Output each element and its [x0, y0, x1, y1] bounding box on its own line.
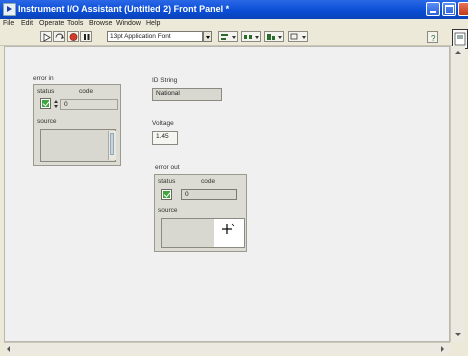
menu-window[interactable]: Window	[116, 20, 141, 27]
minimize-button[interactable]	[426, 2, 440, 16]
reorder-icon[interactable]	[288, 31, 308, 42]
scroll-up-icon[interactable]	[453, 48, 463, 58]
error-in-status-label: status	[37, 88, 55, 95]
error-out-label: error out	[155, 164, 180, 171]
menu-help[interactable]: Help	[146, 20, 160, 27]
error-in-code-increment-icon[interactable]	[54, 99, 59, 109]
error-out-status-checkbox	[161, 189, 172, 200]
scroll-down-icon[interactable]	[453, 330, 463, 340]
error-out-code-field: 0	[181, 189, 237, 200]
error-in-source-label: source	[37, 118, 57, 125]
abort-icon[interactable]	[67, 31, 79, 42]
error-out-code-label: code	[201, 178, 216, 185]
font-select-dropdown-icon[interactable]	[203, 31, 212, 42]
error-out-cluster: status code 0 source	[154, 174, 247, 252]
vertical-scrollbar[interactable]	[450, 46, 465, 342]
menu-tools[interactable]: Tools	[67, 20, 83, 27]
error-out-status-label: status	[158, 178, 176, 185]
align-objects-icon[interactable]	[218, 31, 238, 42]
menu-edit[interactable]: Edit	[21, 20, 33, 27]
context-help-icon[interactable]: ?	[427, 31, 438, 43]
menu-file[interactable]: File	[3, 20, 14, 27]
font-select[interactable]: 13pt Application Font	[107, 31, 203, 42]
window-title: Instrument I/O Assistant (Untitled 2) Fr…	[18, 4, 230, 14]
toolbar: 13pt Application Font	[0, 29, 468, 46]
error-in-source-field[interactable]	[40, 129, 116, 162]
error-in-label: error in	[33, 75, 54, 82]
run-continuously-icon[interactable]	[53, 31, 65, 42]
error-in-source-scrollbar[interactable]	[108, 131, 116, 160]
voltage-label: Voltage	[152, 120, 174, 127]
menu-bar: File Edit Operate Tools Browse Window He…	[0, 19, 468, 29]
distribute-objects-icon[interactable]	[241, 31, 261, 42]
close-button[interactable]	[458, 2, 468, 16]
maximize-button[interactable]	[442, 2, 456, 16]
id-string-label: ID String	[152, 77, 178, 84]
error-out-source-label: source	[158, 207, 178, 214]
menu-operate[interactable]: Operate	[39, 20, 64, 27]
menu-browse[interactable]: Browse	[89, 20, 112, 27]
error-in-code-field[interactable]: 0	[60, 99, 118, 110]
error-out-source-field	[161, 218, 245, 248]
run-arrow-icon[interactable]	[40, 31, 52, 42]
horizontal-scrollbar[interactable]	[4, 342, 450, 355]
labview-app-icon[interactable]	[3, 3, 16, 16]
scroll-left-icon[interactable]	[6, 345, 14, 353]
pause-icon[interactable]	[80, 31, 92, 42]
error-in-cluster: status code 0 source	[33, 84, 121, 166]
title-bar: Instrument I/O Assistant (Untitled 2) Fr…	[0, 0, 468, 19]
svg-text:?: ?	[431, 34, 436, 43]
resize-objects-icon[interactable]	[264, 31, 284, 42]
error-in-status-checkbox[interactable]	[40, 98, 51, 109]
scroll-right-icon[interactable]	[438, 345, 446, 353]
crosshair-cursor-icon	[222, 223, 235, 234]
id-string-field[interactable]: National	[152, 88, 222, 101]
error-in-code-label: code	[79, 88, 94, 95]
voltage-field[interactable]: 1.45	[152, 131, 178, 145]
